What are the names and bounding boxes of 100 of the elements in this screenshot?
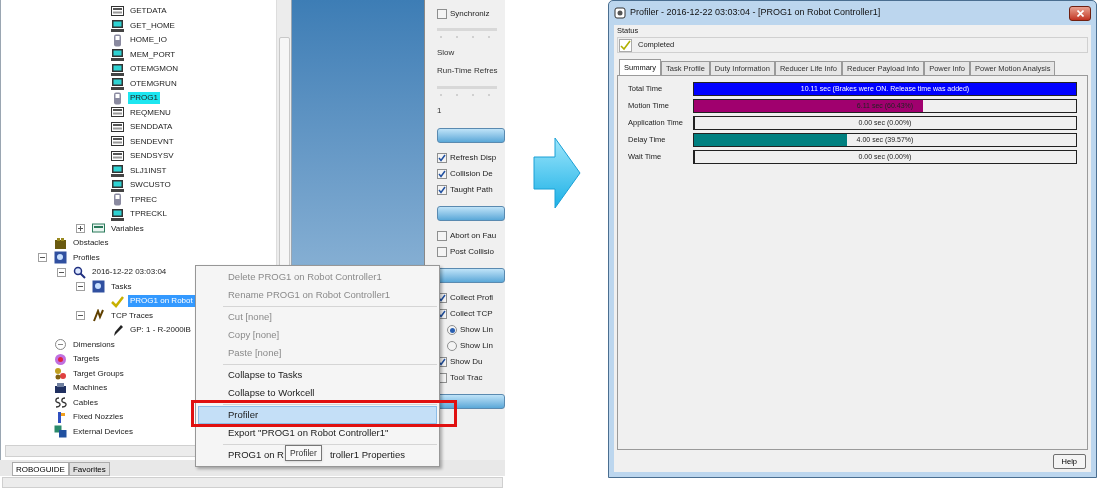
monitor-icon [111,77,124,91]
collapse-toggle[interactable] [57,267,66,277]
close-button[interactable] [1069,5,1091,21]
tree-item[interactable]: 2016-12-22 03:03:04 [90,266,169,279]
checkbox[interactable] [437,9,447,19]
tree-item[interactable]: SENDSYSV [128,150,176,163]
option-label: Abort on Fau [450,230,497,242]
tree-item[interactable]: Dimensions [71,338,117,351]
option-label: Show Lin [460,324,493,336]
menu-item[interactable]: PROG1 on R [228,447,284,463]
profile-icon [92,280,105,294]
window-title: Profiler - 2016-12-22 03:03:04 - [PROG1 on Robot Controller1] [630,6,881,20]
target-group-icon [54,367,67,381]
tree-item[interactable]: SLJ1INST [128,164,169,177]
tree-item[interactable]: GET_HOME [128,19,177,32]
tree-item[interactable]: REQMENU [128,106,173,119]
pen-icon [111,323,124,337]
magnifier-icon [73,265,86,279]
option-label: Taught Path [450,184,493,196]
trace-icon [92,309,105,323]
checkbox[interactable] [437,231,447,241]
tree-item[interactable]: MEM_PORT [128,48,178,61]
tree-item[interactable]: Obstacles [71,237,111,250]
tree-item[interactable]: OTEMGMON [128,63,180,76]
arrow-icon [532,137,581,209]
option-label: 1 [437,105,442,117]
tree-item[interactable]: Targets [71,353,102,366]
checkbox[interactable] [437,153,447,163]
tree-item[interactable]: OTEMGRUN [128,77,179,90]
collapse-toggle[interactable] [38,253,47,262]
tree-item[interactable]: External Devices [71,425,136,438]
tree-item[interactable]: TPREC [128,193,160,206]
monitor-icon [111,164,124,178]
tree-item[interactable]: SENDDATA [128,121,175,134]
tree-item[interactable]: Cables [71,396,100,409]
horizontal-scrollbar[interactable] [2,477,503,488]
monitor-icon [111,48,124,62]
pendant-icon [111,193,124,207]
tree-item[interactable]: Target Groups [71,367,126,380]
option-label: Slow [437,47,455,59]
option-label: Post Collisio [450,246,494,258]
menu-item[interactable]: Collapse to Tasks [198,366,437,384]
monitor-icon [111,207,124,221]
tree-item[interactable]: GETDATA [128,5,169,18]
option-label: Collect TCP [450,308,493,320]
expand-toggle[interactable] [76,224,85,233]
slider-track[interactable] [437,84,497,98]
option-label: Show Du [450,356,483,368]
device-icon [54,425,67,439]
checkbox[interactable] [437,247,447,257]
option-label: Tool Trac [450,372,483,384]
tree-item[interactable]: Fixed Nozzles [71,411,126,424]
radio-button[interactable] [447,325,457,335]
tree-item[interactable]: TPRECKL [128,208,169,221]
cable-icon [54,396,67,410]
pendant-icon [111,91,124,105]
tooltip: Profiler [285,445,322,461]
option-label: Run-Time Refres [437,65,498,77]
variables-icon [92,222,105,236]
tree-item[interactable]: TCP Traces [109,309,156,322]
option-label: Refresh Disp [450,152,497,164]
option-label: Show Lin [460,340,493,352]
panel-tab[interactable]: Favorites [68,462,110,476]
option-label: Collision De [450,168,493,180]
checkbox[interactable] [437,185,447,195]
module-icon [111,4,124,18]
module-icon [111,135,124,149]
monitor-icon [111,62,124,76]
radio-button[interactable] [447,341,457,351]
target-icon [54,352,67,366]
profile-icon [54,251,67,265]
tree-item[interactable]: GP: 1 - R-2000iB [128,324,193,337]
check-icon [619,38,632,52]
checkbox[interactable] [437,169,447,179]
collapse-toggle[interactable] [76,282,85,291]
tree-item[interactable]: SWCUSTO [128,179,173,192]
collapse-toggle[interactable] [76,311,85,320]
option-label: Collect Profi [450,292,494,304]
monitor-icon [111,178,124,192]
tree-item[interactable]: Variables [109,222,146,235]
slider-track[interactable] [437,26,497,40]
monitor-icon [111,19,124,33]
module-icon [111,106,124,120]
machine-icon [54,381,67,395]
tree-item[interactable]: Tasks [109,280,134,293]
menu-item-text: troller1 Properties [329,447,405,462]
menu-item[interactable]: Profiler [198,406,437,424]
panel-tab[interactable]: ROBOGUIDE [12,462,69,476]
tree-item[interactable]: Profiles [71,251,102,264]
menu-item[interactable]: Export "PROG1 on Robot Controller1" [198,424,437,442]
menu-item[interactable]: Collapse to Workcell [198,384,437,402]
tree-item[interactable]: HOME_IO [128,34,169,47]
tree-item[interactable]: PROG1 [128,92,160,105]
close-icon [1076,9,1084,17]
section-button[interactable] [437,127,505,143]
check-icon [111,294,124,308]
tree-item[interactable]: SENDEVNT [128,135,176,148]
tree-item[interactable]: Machines [71,382,110,395]
section-button[interactable] [437,267,505,283]
section-button[interactable] [437,205,505,221]
